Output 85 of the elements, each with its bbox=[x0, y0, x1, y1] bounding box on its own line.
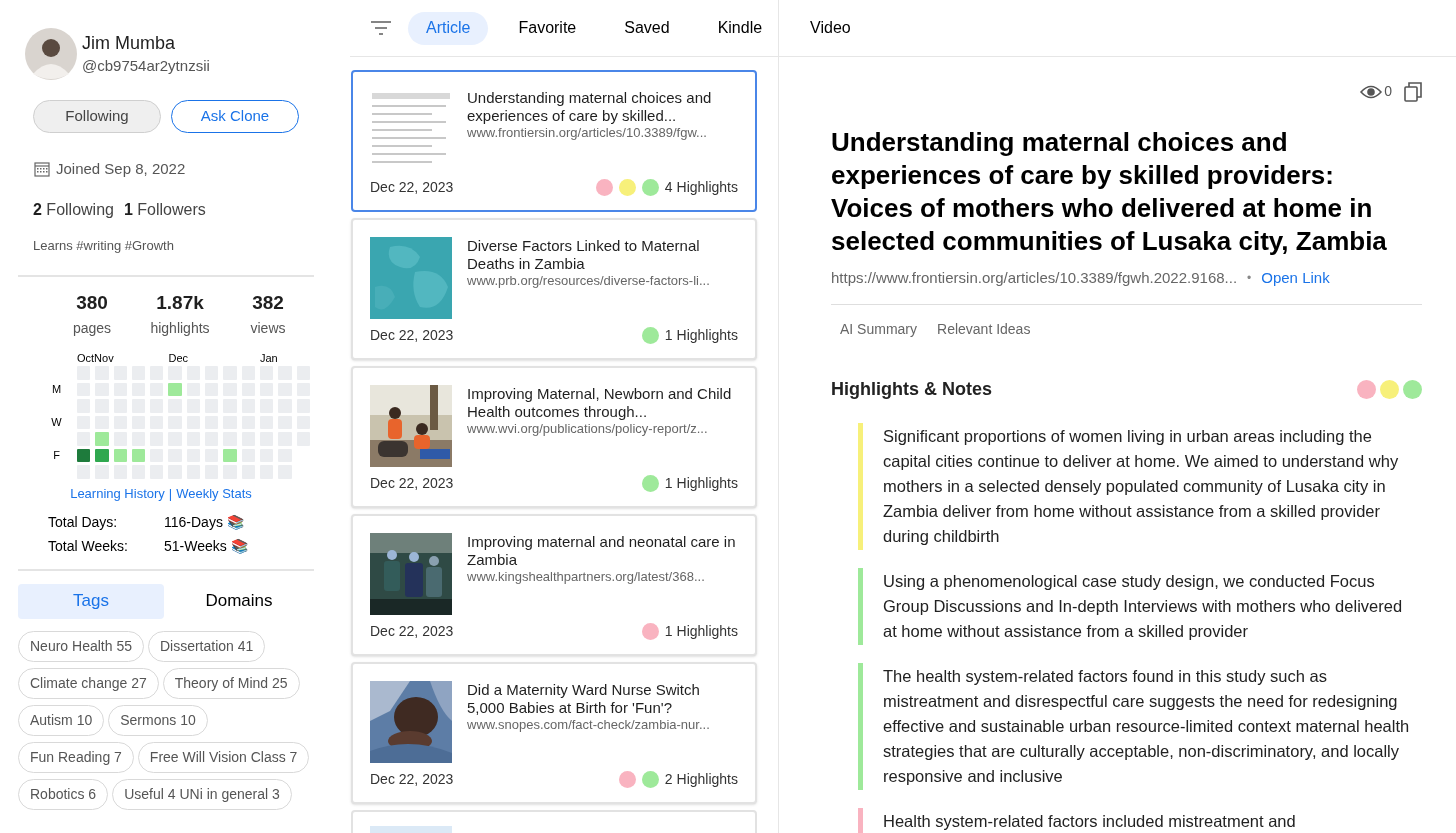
copy-icon[interactable] bbox=[1404, 81, 1422, 102]
sidebar-tab[interactable]: Tags bbox=[18, 583, 164, 619]
learning-history-link[interactable]: Learning History bbox=[70, 484, 165, 504]
highlight-text: Health system-related factors included mistreatment and bbox=[883, 810, 1297, 832]
highlight-count: 1 Highlights bbox=[664, 622, 738, 641]
stat-label: highlights bbox=[150, 318, 210, 338]
stat-label: pages bbox=[72, 318, 112, 338]
highlight-text: The health system-related factors found in this study such as mistreatment and disrespectful care suggests the need for redesigning effective and sustainable urban resource-limited context maternal health strategies that are culturally acceptable, non-discriminatory, and locally responsive and inclusive bbox=[883, 665, 1411, 787]
activity-cell bbox=[95, 448, 109, 462]
detail-tab[interactable]: Relevant Ideas bbox=[928, 318, 1040, 341]
ask-clone-button[interactable]: Ask Clone bbox=[171, 100, 299, 133]
user-name: Jim Mumba bbox=[82, 32, 176, 55]
activity-cell bbox=[113, 448, 127, 462]
weekly-stats-link[interactable]: Weekly Stats bbox=[176, 484, 252, 504]
article-card[interactable]: Understanding maternal choices and experiences of care by skilled... www.frontiersin.org/articles/10.3389/fgw... Dec 22, 2023 4 Highlights bbox=[351, 70, 757, 212]
article-link-url: https://www.frontiersin.org/articles/10.3389/fgwh.2022.9168... bbox=[831, 268, 1238, 288]
activity-cell bbox=[95, 432, 109, 446]
article-url: www.frontiersin.org/articles/10.3389/fgw... bbox=[467, 125, 708, 141]
highlight-count: 2 Highlights bbox=[664, 770, 738, 789]
highlight-text: Significant proportions of women living in urban areas including the capital cities continue to deliver at home. We aimed to understand why mothers in a selected densely populated community of Lusaka city in Zambia deliver from home without assistance from a skilled provider during childbirth bbox=[883, 425, 1400, 547]
article-card[interactable]: Improving Maternal, Newborn and Child Health outcomes through... www.wvi.org/publications/policy-report/z... Dec 22, 2023 1 Highlights bbox=[351, 366, 757, 508]
article-url: www.prb.org/resources/diverse-factors-li... bbox=[467, 273, 711, 289]
eye-icon bbox=[1360, 83, 1383, 100]
article-date: Dec 22, 2023 bbox=[370, 474, 454, 493]
filter-icon[interactable] bbox=[370, 19, 392, 37]
article-url: www.wvi.org/publications/policy-report/z... bbox=[467, 421, 709, 437]
open-link[interactable]: Open Link bbox=[1261, 267, 1330, 290]
article-title: Improving maternal and neonatal care in Zambia bbox=[467, 533, 737, 569]
stat-value: 382 bbox=[252, 291, 284, 315]
article-card[interactable]: Did a Maternity Ward Nurse Switch 5,000 Babies at Birth for 'Fun'? www.snopes.com/fact-check/zambia-nur... Dec 22, 2023 2 Highlights bbox=[351, 662, 757, 804]
following-count: 2 Following bbox=[33, 199, 114, 220]
highlight-count: 1 Highlights bbox=[664, 474, 738, 493]
month-label: OctNov bbox=[77, 350, 114, 365]
article-date: Dec 22, 2023 bbox=[370, 622, 454, 641]
user-handle: @cb9754ar2ytnzsii bbox=[82, 56, 210, 76]
followers-count: 1 Followers bbox=[123, 199, 206, 220]
highlight-count: 1 Highlights bbox=[664, 326, 738, 345]
nav-tab[interactable]: Favorite bbox=[500, 11, 595, 45]
weekday-label: M bbox=[51, 383, 62, 396]
article-card[interactable]: Improving maternal and neonatal care in Zambia www.kingshealthpartners.org/latest/368... Dec 22, 2023 1 Highlights bbox=[351, 514, 757, 656]
total-label: Total Days: bbox=[48, 512, 119, 532]
article-date: Dec 22, 2023 bbox=[370, 178, 454, 197]
nav-tab[interactable]: Kindle bbox=[699, 11, 781, 45]
article-heading: Understanding maternal choices and experiences of care by skilled providers: Voices of mothers who delivered at home in selected communities of Lusaka city, Zambia bbox=[831, 126, 1388, 258]
color-filter[interactable] bbox=[1380, 379, 1399, 399]
stat-value: 1.87k bbox=[156, 291, 204, 315]
activity-cell bbox=[168, 382, 182, 396]
user-bio: Learns #writing #Growth bbox=[32, 236, 175, 255]
color-filter[interactable] bbox=[1357, 379, 1376, 399]
article-title: Diverse Factors Linked to Maternal Deaths in Zambia bbox=[467, 237, 701, 273]
view-count: 0 bbox=[1384, 82, 1392, 101]
nav-tab[interactable]: Article bbox=[408, 11, 489, 45]
link-separator: | bbox=[168, 485, 173, 503]
article-date: Dec 22, 2023 bbox=[370, 770, 454, 789]
joined-date: Joined Sep 8, 2022 bbox=[56, 159, 186, 179]
article-url: www.kingshealthpartners.org/latest/368... bbox=[467, 569, 706, 585]
article-title: Understanding maternal choices and experiences of care by skilled... bbox=[467, 89, 713, 125]
total-value: 51-Weeks 📚 bbox=[164, 536, 248, 556]
avatar bbox=[25, 28, 77, 80]
article-title: Did a Maternity Ward Nurse Switch 5,000 Babies at Birth for 'Fun'? bbox=[467, 681, 701, 717]
nav-tab[interactable]: Video bbox=[792, 11, 869, 45]
article-url: www.snopes.com/fact-check/zambia-nur... bbox=[467, 717, 711, 733]
total-label: Total Weeks: bbox=[48, 536, 129, 556]
highlight-text: Using a phenomenological case study design, we conducted Focus Group Discussions and In-depth Interviews with mothers who delivered at home without assistance from a skilled provider bbox=[883, 570, 1404, 642]
link-separator: • bbox=[1247, 270, 1252, 288]
article-date: Dec 22, 2023 bbox=[370, 326, 454, 345]
color-filter[interactable] bbox=[1403, 379, 1422, 399]
activity-cell bbox=[77, 448, 91, 462]
article-title: Improving Maternal, Newborn and Child Health outcomes through... bbox=[467, 385, 733, 421]
highlight-count: 4 Highlights bbox=[664, 178, 738, 197]
weekday-label: F bbox=[53, 449, 60, 462]
total-value: 116-Days 📚 bbox=[164, 512, 244, 532]
month-label: Jan bbox=[260, 350, 278, 365]
detail-tab[interactable]: AI Summary bbox=[831, 318, 926, 341]
month-label: Dec bbox=[168, 350, 189, 365]
notes-heading: Highlights & Notes bbox=[831, 377, 992, 401]
article-card[interactable]: Diverse Factors Linked to Maternal Deaths in Zambia www.prb.org/resources/diverse-factors-li... Dec 22, 2023 1 Highlights bbox=[351, 218, 757, 360]
activity-cell bbox=[223, 448, 237, 462]
stat-value: 380 bbox=[76, 291, 108, 315]
weekday-label: W bbox=[51, 416, 62, 429]
following-button[interactable]: Following bbox=[33, 100, 161, 133]
nav-tab[interactable]: Saved bbox=[606, 11, 688, 45]
activity-cell bbox=[131, 448, 146, 462]
calendar-icon bbox=[34, 161, 50, 177]
stat-label: views bbox=[250, 318, 286, 338]
